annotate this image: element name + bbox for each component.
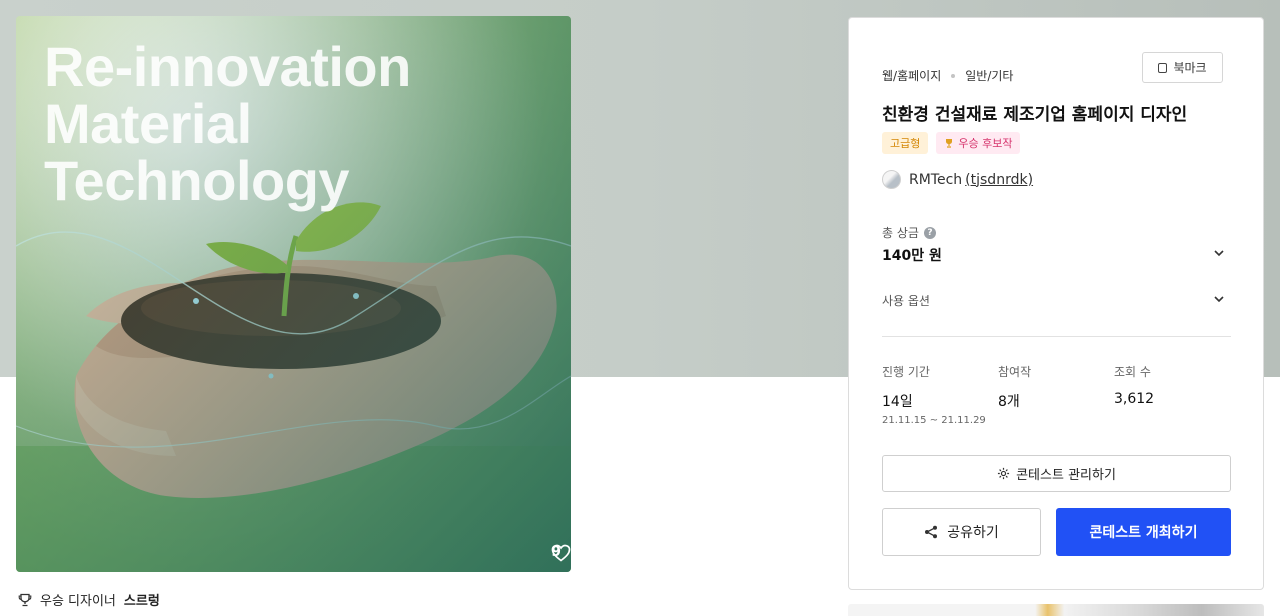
total-prize-label: 총 상금 ? [882, 224, 936, 241]
stat-value: 3,612 [1114, 391, 1155, 407]
finalist-badge: 우승 후보작 [936, 132, 1021, 154]
stat-views: 조회 수 3,612 [1114, 363, 1230, 426]
contest-info-card: 웹/홈페이지 일반/기타 북마크 친환경 건설재료 제조기업 홈페이지 디자인 … [848, 17, 1264, 590]
bookmark-icon [1158, 62, 1168, 73]
host-contest-button[interactable]: 콘테스트 개최하기 [1056, 508, 1231, 556]
breadcrumb: 웹/홈페이지 일반/기타 [882, 67, 1013, 84]
stat-duration: 진행 기간 14일 21.11.15 ~ 21.11.29 [882, 363, 998, 426]
heart-icon [551, 544, 571, 562]
winning-designer-line: 우승 디자이너 스르렁 [18, 590, 160, 609]
stat-label: 참여작 [998, 365, 1032, 379]
stat-label: 진행 기간 [882, 365, 930, 379]
help-icon[interactable]: ? [923, 226, 936, 239]
contest-stats: 진행 기간 14일 21.11.15 ~ 21.11.29 참여작 8개 조회 … [882, 363, 1230, 426]
gear-icon [998, 467, 1010, 480]
manage-contest-label: 콘테스트 관리하기 [1016, 468, 1116, 483]
stat-value: 14일 [882, 394, 913, 410]
premium-badge: 고급형 [882, 132, 929, 154]
contest-artwork[interactable]: Re-innovation Material Technology 9 [16, 16, 571, 572]
stat-entries: 참여작 8개 [998, 363, 1114, 426]
total-prize-value: 140만 원 [882, 248, 942, 264]
avatar[interactable] [882, 170, 901, 189]
designer-label: 우승 디자이너 [40, 594, 116, 609]
bookmark-label: 북마크 [1173, 61, 1207, 75]
breadcrumb-category[interactable]: 웹/홈페이지 [882, 67, 941, 84]
next-section-preview [848, 604, 1264, 616]
contest-owner: RMTech (tjsdnrdk) [882, 170, 1033, 189]
share-label: 공유하기 [947, 525, 999, 541]
manage-contest-button[interactable]: 콘테스트 관리하기 [882, 455, 1231, 492]
artwork-title: Re-innovation Material Technology [44, 38, 411, 209]
owner-handle[interactable]: (tjsdnrdk) [965, 172, 1033, 188]
usage-options-label: 사용 옵션 [882, 294, 930, 308]
artwork-title-line: Material [44, 92, 252, 155]
artwork-title-line: Re-innovation [44, 35, 411, 98]
finalist-badge-label: 우승 후보작 [958, 137, 1013, 150]
contest-title: 친환경 건설재료 제조기업 홈페이지 디자인 [882, 105, 1188, 125]
breadcrumb-separator [951, 73, 956, 78]
bookmark-button[interactable]: 북마크 [1142, 52, 1223, 83]
designer-name[interactable]: 스르렁 [124, 590, 160, 609]
share-button[interactable]: 공유하기 [882, 508, 1041, 556]
share-icon [925, 525, 938, 539]
trophy-icon [946, 139, 953, 148]
trophy-icon [18, 593, 32, 606]
total-prize-label-text: 총 상금 [882, 226, 919, 240]
breadcrumb-subcategory[interactable]: 일반/기타 [965, 67, 1013, 84]
like-button[interactable]: 9 [551, 544, 571, 562]
chevron-down-icon[interactable] [1213, 293, 1225, 305]
artwork-title-line: Technology [44, 149, 350, 212]
stat-value: 8개 [998, 394, 1020, 410]
owner-name: RMTech [909, 171, 963, 188]
stat-label: 조회 수 [1114, 365, 1151, 379]
chevron-down-icon[interactable] [1213, 247, 1225, 259]
contest-badges: 고급형 우승 후보작 [882, 132, 1021, 154]
stat-dates: 21.11.15 ~ 21.11.29 [882, 415, 986, 426]
divider [882, 336, 1231, 337]
